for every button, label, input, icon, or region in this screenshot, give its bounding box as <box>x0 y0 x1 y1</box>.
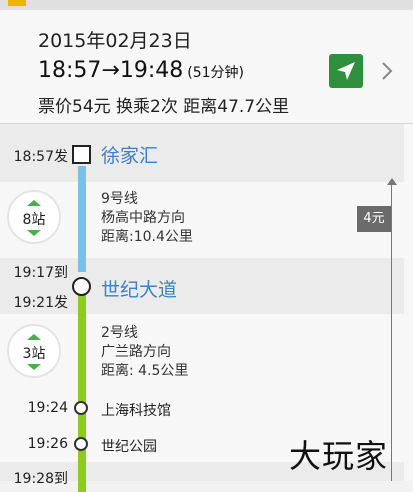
square-icon <box>72 145 91 164</box>
segment-direction: 杨高中路方向 <box>101 210 185 226</box>
fare-badge: 4元 <box>357 206 391 232</box>
trip-time: 18:57→19:48 (51分钟) <box>38 58 244 83</box>
arrow-glyph: → <box>101 58 120 83</box>
transfer-depart-time: 19:21发 <box>13 295 68 311</box>
trip-info: 票价54元 换乘2次 距离47.7公里 <box>38 97 290 117</box>
route-summary[interactable]: 2015年02月23日 18:57→19:48 (51分钟) 票价54元 换乘2次… <box>0 10 413 123</box>
trip-date: 2015年02月23日 <box>38 30 192 52</box>
transfer-station-link[interactable]: 世纪大道 <box>101 275 177 302</box>
navigation-arrow-icon <box>337 62 355 80</box>
origin-station-link[interactable]: 徐家汇 <box>101 141 158 168</box>
expand-down-icon <box>27 230 41 236</box>
stop-time: 19:24 <box>27 400 68 416</box>
trip-duration: (51分钟) <box>187 65 244 81</box>
segment-distance: 距离: 4.5公里 <box>101 363 189 379</box>
watermark: 大玩家 <box>289 437 389 475</box>
route-detail: 18:57发 徐家汇 8站 9号线 杨高中路方向 距离:10.4公里 19:17… <box>0 124 413 492</box>
segment-distance: 距离:10.4公里 <box>101 229 193 245</box>
stop-name: 上海科技馆 <box>101 403 171 419</box>
segment-1-info: 9号线 杨高中路方向 距离:10.4公里 <box>101 190 193 247</box>
transfer-arrive-time: 19:17到 <box>13 265 68 281</box>
origin-depart-time: 18:57发 <box>13 149 68 165</box>
app-logo <box>8 0 26 6</box>
expand-down-icon <box>27 364 41 370</box>
segment-line: 2号线 <box>101 325 138 341</box>
line-9-track <box>78 166 86 272</box>
status-bar <box>0 0 413 10</box>
stop-time: 19:26 <box>27 436 68 452</box>
expand-stops-button[interactable]: 8站 <box>7 190 61 244</box>
stop-name: 世纪公园 <box>101 439 157 455</box>
stop-circle-icon <box>74 437 88 451</box>
circle-icon <box>72 277 91 296</box>
stop-count: 8站 <box>22 212 46 228</box>
next-arrive-time: 19:28到 <box>13 471 68 487</box>
segment-direction: 广兰路方向 <box>101 344 171 360</box>
fare-axis-arrow-icon <box>387 178 397 185</box>
arrive-time: 19:48 <box>119 58 184 83</box>
stop-circle-icon <box>74 401 88 415</box>
fare-axis <box>391 182 392 481</box>
segment-line: 9号线 <box>101 191 138 207</box>
chevron-right-icon[interactable] <box>380 60 394 82</box>
line-2-track <box>78 292 86 492</box>
expand-up-icon <box>27 200 41 206</box>
depart-time: 18:57 <box>38 58 102 83</box>
segment-2-info: 2号线 广兰路方向 距离: 4.5公里 <box>101 324 188 381</box>
expand-up-icon <box>27 334 41 340</box>
navigate-button[interactable] <box>329 54 363 88</box>
stop-count: 3站 <box>22 346 46 362</box>
expand-stops-button[interactable]: 3站 <box>7 324 61 378</box>
